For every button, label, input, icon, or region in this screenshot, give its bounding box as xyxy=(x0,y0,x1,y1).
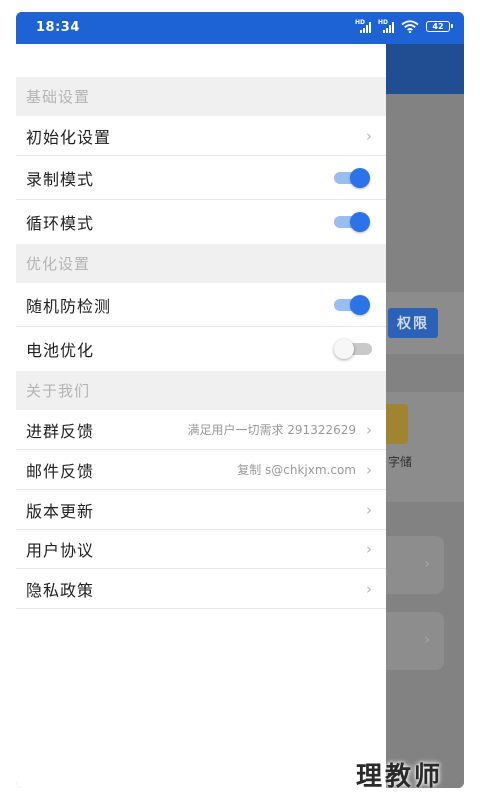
chevron-right-icon: › xyxy=(366,420,372,439)
chevron-right-icon: › xyxy=(366,460,372,479)
setting-record-mode[interactable]: 录制模式 xyxy=(16,156,386,200)
storage-label: 字储 xyxy=(388,455,413,469)
setting-label: 邮件反馈 xyxy=(26,461,95,481)
setting-anti-detect[interactable]: 随机防检测 xyxy=(16,283,386,327)
section-header-about: 关于我们 xyxy=(16,371,386,410)
chevron-right-icon: › xyxy=(366,579,372,598)
signal-icon-2: HD xyxy=(378,19,394,33)
status-icons: HD HD 42 xyxy=(355,19,453,33)
background-card: › xyxy=(386,612,444,670)
setting-battery-opt[interactable]: 电池优化 xyxy=(16,327,386,371)
background-card: › xyxy=(386,536,444,594)
wifi-icon xyxy=(401,20,419,33)
setting-group-feedback[interactable]: 进群反馈 满足用户一切需求 291322629 › xyxy=(16,410,386,450)
storage-icon xyxy=(386,404,408,444)
loop-mode-toggle[interactable] xyxy=(334,212,372,232)
setting-label: 版本更新 xyxy=(26,501,95,521)
setting-init[interactable]: 初始化设置 › xyxy=(16,116,386,156)
setting-privacy-policy[interactable]: 隐私政策 › xyxy=(16,569,386,609)
setting-user-agreement[interactable]: 用户协议 › xyxy=(16,530,386,569)
record-mode-toggle[interactable] xyxy=(334,167,372,188)
group-feedback-value: 满足用户一切需求 291322629 xyxy=(187,423,356,437)
chevron-right-icon: › xyxy=(424,556,430,572)
setting-version-update[interactable]: 版本更新 › xyxy=(16,490,386,530)
setting-email-feedback[interactable]: 邮件反馈 复制 s@chkjxm.com › xyxy=(16,450,386,490)
settings-drawer: 基础设置 初始化设置 › 录制模式 循环模式 优化设置 随机防检测 电池优化 关… xyxy=(16,44,386,788)
setting-label: 用户协议 xyxy=(26,541,95,560)
chevron-right-icon: › xyxy=(366,540,372,558)
status-bar: 18:34 HD HD 42 xyxy=(16,12,464,44)
setting-label: 隐私政策 xyxy=(26,580,95,600)
email-feedback-value: 复制 s@chkjxm.com xyxy=(237,463,356,477)
permission-button: 权限 xyxy=(388,308,438,338)
signal-icon: HD xyxy=(355,19,371,33)
drawer-top-spacer xyxy=(16,44,386,77)
setting-label: 进群反馈 xyxy=(26,421,95,441)
setting-label: 录制模式 xyxy=(26,169,95,189)
battery-icon: 42 xyxy=(426,21,453,32)
chevron-right-icon: › xyxy=(366,126,372,145)
section-header-optimize: 优化设置 xyxy=(16,244,386,283)
setting-label: 电池优化 xyxy=(26,341,95,360)
section-header-basic: 基础设置 xyxy=(16,77,386,116)
watermark: 理教师 xyxy=(356,762,444,792)
phone-screen: 18:34 HD HD 42 权限 字储 › › 基础设置 初始化设置 › 录制… xyxy=(16,12,464,788)
chevron-right-icon: › xyxy=(366,500,372,519)
battery-opt-toggle[interactable] xyxy=(334,339,372,359)
setting-label: 初始化设置 xyxy=(26,127,112,147)
anti-detect-toggle[interactable] xyxy=(334,294,372,315)
setting-label: 循环模式 xyxy=(26,214,95,233)
chevron-right-icon: › xyxy=(424,632,430,648)
setting-loop-mode[interactable]: 循环模式 xyxy=(16,200,386,244)
background-app-header xyxy=(386,44,464,94)
setting-label: 随机防检测 xyxy=(26,296,112,316)
status-time: 18:34 xyxy=(36,20,80,35)
